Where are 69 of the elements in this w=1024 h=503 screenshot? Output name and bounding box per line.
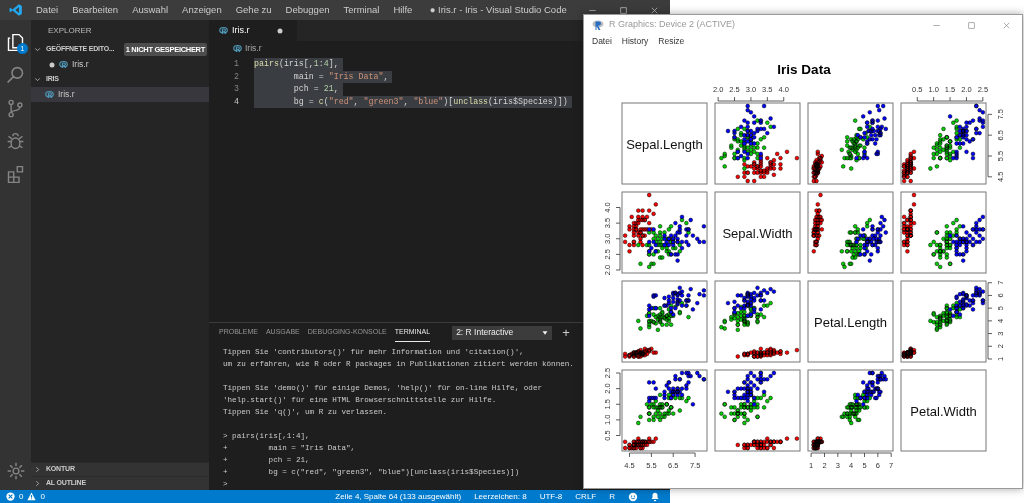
add-terminal-button[interactable]: + (562, 323, 570, 343)
menu-item[interactable]: Datei (588, 35, 616, 48)
file-item[interactable]: Iris.r (31, 87, 209, 102)
menu-item[interactable]: Debuggen (278, 2, 337, 18)
app-logo-icon (592, 19, 604, 31)
variable-label: Petal.Width (910, 403, 977, 419)
source-control-icon[interactable] (5, 98, 26, 119)
axis (717, 96, 785, 102)
error-icon[interactable] (6, 492, 15, 501)
menu-item[interactable]: Bearbeiten (65, 2, 126, 18)
menu-item[interactable]: Hilfe (386, 2, 420, 18)
line-number: 3 (233, 83, 239, 95)
sidebar-title: EXPLORER (47, 25, 93, 37)
axis (615, 207, 621, 271)
menu-item[interactable]: Gehe zu (228, 2, 279, 18)
caret-icon (542, 329, 549, 336)
bug-icon[interactable] (5, 131, 26, 152)
window-title: ● Iris.r - Iris - Visual Studio Code (428, 2, 568, 17)
file-name: Iris.r (58, 88, 75, 101)
chevron-icon[interactable] (33, 465, 42, 474)
menu-item[interactable]: Anzeigen (175, 2, 229, 18)
warning-icon[interactable] (27, 492, 37, 501)
extensions-icon[interactable] (5, 164, 26, 185)
line-number: 1 (233, 58, 239, 70)
window-title: R Graphics: Device 2 (ACTIVE) (609, 18, 737, 32)
variable-label: Sepal.Length (626, 136, 703, 152)
error-count[interactable]: 0 (19, 490, 24, 503)
breadcrumb[interactable]: Iris.r (245, 42, 262, 55)
unsaved-dot-icon (49, 61, 55, 68)
chart-title: Iris Data (777, 62, 831, 77)
variable-label: Petal.Length (814, 314, 887, 330)
status-item[interactable]: Zeile 4, Spalte 64 (133 ausgewählt) (335, 490, 462, 503)
menu-item[interactable]: Auswahl (125, 2, 176, 18)
file-item[interactable]: Iris.r (31, 57, 209, 72)
line-number: 2 (233, 70, 239, 83)
status-item[interactable]: Leerzeichen: 8 (474, 490, 527, 503)
maximize-icon[interactable] (618, 5, 629, 16)
file-name: Iris.r (72, 58, 89, 71)
status-item[interactable]: UTF-8 (539, 490, 563, 503)
variable-label: Sepal.Width (722, 225, 793, 241)
axis (629, 452, 696, 458)
chevron-icon[interactable] (33, 45, 42, 54)
status-item[interactable]: CRLF (575, 490, 597, 503)
axis (615, 372, 621, 436)
app-logo-icon (9, 3, 23, 17)
menu-item[interactable]: Datei (29, 2, 66, 18)
warning-count[interactable]: 0 (40, 490, 45, 503)
status-item[interactable]: R (609, 490, 615, 503)
chevron-icon[interactable] (33, 75, 42, 84)
bell-icon[interactable] (650, 491, 660, 502)
line-number: 4 (233, 95, 239, 108)
settings-icon[interactable] (5, 461, 26, 481)
chevron-icon[interactable] (33, 479, 42, 488)
menu-item[interactable]: Resize (654, 35, 689, 48)
menu-item[interactable]: Terminal (336, 2, 387, 18)
smiley-icon[interactable] (628, 491, 638, 502)
file-type-icon (45, 90, 54, 99)
files-icon[interactable] (5, 32, 26, 53)
unsaved-dot-icon (277, 27, 283, 34)
search-icon[interactable] (5, 65, 26, 86)
axis (987, 113, 993, 178)
close-icon[interactable] (649, 5, 660, 16)
terminal-select[interactable]: 2: R Interactive (452, 325, 553, 340)
file-type-icon (59, 60, 68, 69)
axis (916, 96, 984, 102)
menu-item[interactable]: History (617, 35, 653, 48)
editor-tab[interactable]: Iris.r (209, 20, 297, 41)
file-type-icon (219, 26, 228, 35)
file-type-icon (233, 44, 242, 53)
